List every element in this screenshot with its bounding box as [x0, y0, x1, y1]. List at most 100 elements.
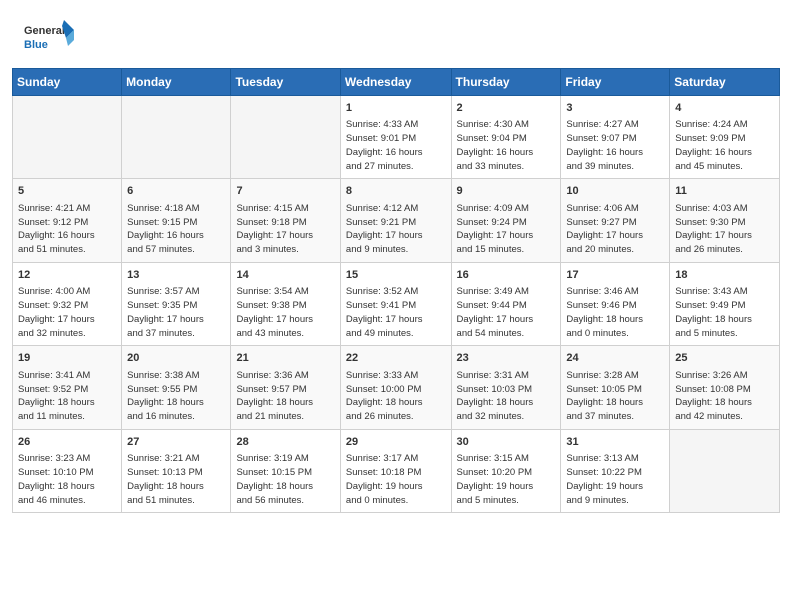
day-header-wednesday: Wednesday	[340, 69, 451, 96]
day-number: 11	[675, 184, 774, 199]
day-header-thursday: Thursday	[451, 69, 561, 96]
day-number: 23	[457, 351, 556, 366]
day-info: Sunrise: 3:49 AM Sunset: 9:44 PM Dayligh…	[457, 285, 556, 340]
day-info: Sunrise: 4:03 AM Sunset: 9:30 PM Dayligh…	[675, 202, 774, 257]
day-number: 3	[566, 101, 664, 116]
calendar-cell: 15Sunrise: 3:52 AM Sunset: 9:41 PM Dayli…	[340, 262, 451, 345]
calendar-cell: 5Sunrise: 4:21 AM Sunset: 9:12 PM Daylig…	[13, 179, 122, 262]
day-info: Sunrise: 4:09 AM Sunset: 9:24 PM Dayligh…	[457, 202, 556, 257]
day-info: Sunrise: 3:15 AM Sunset: 10:20 PM Daylig…	[457, 452, 556, 507]
day-number: 4	[675, 101, 774, 116]
day-info: Sunrise: 4:00 AM Sunset: 9:32 PM Dayligh…	[18, 285, 116, 340]
day-number: 25	[675, 351, 774, 366]
calendar-cell	[122, 96, 231, 179]
logo: General Blue	[24, 18, 74, 58]
page-header: General Blue	[0, 0, 792, 68]
day-header-sunday: Sunday	[13, 69, 122, 96]
day-info: Sunrise: 3:28 AM Sunset: 10:05 PM Daylig…	[566, 369, 664, 424]
day-info: Sunrise: 3:41 AM Sunset: 9:52 PM Dayligh…	[18, 369, 116, 424]
calendar-wrapper: SundayMondayTuesdayWednesdayThursdayFrid…	[0, 68, 792, 525]
calendar-cell: 13Sunrise: 3:57 AM Sunset: 9:35 PM Dayli…	[122, 262, 231, 345]
day-number: 26	[18, 435, 116, 450]
svg-text:Blue: Blue	[24, 39, 48, 51]
calendar-cell: 9Sunrise: 4:09 AM Sunset: 9:24 PM Daylig…	[451, 179, 561, 262]
calendar-cell: 30 Sunrise: 3:15 AM Sunset: 10:20 PM Dayl…	[451, 429, 561, 512]
calendar-cell: 12 Sunrise: 4:00 AM Sunset: 9:32 PM Dayli…	[13, 262, 122, 345]
calendar-cell: 29 Sunrise: 3:17 AM Sunset: 10:18 PM Dayl…	[340, 429, 451, 512]
day-info: Sunrise: 4:21 AM Sunset: 9:12 PM Dayligh…	[18, 202, 116, 257]
day-number: 28	[236, 435, 334, 450]
calendar-cell: 21 Sunrise: 3:36 AM Sunset: 9:57 PM Dayli…	[231, 346, 340, 429]
day-info: Sunrise: 3:46 AM Sunset: 9:46 PM Dayligh…	[566, 285, 664, 340]
day-info: Sunrise: 3:26 AM Sunset: 10:08 PM Daylig…	[675, 369, 774, 424]
day-number: 21	[236, 351, 334, 366]
calendar-cell: 7 Sunrise: 4:15 AM Sunset: 9:18 PM Daylig…	[231, 179, 340, 262]
calendar-cell: 10 Sunrise: 4:06 AM Sunset: 9:27 PM Dayli…	[561, 179, 670, 262]
day-number: 16	[457, 268, 556, 283]
day-number: 1	[346, 101, 446, 116]
day-number: 12	[18, 268, 116, 283]
calendar-cell: 26 Sunrise: 3:23 AM Sunset: 10:10 PM Dayl…	[13, 429, 122, 512]
calendar-cell: 6Sunrise: 4:18 AM Sunset: 9:15 PM Daylig…	[122, 179, 231, 262]
day-header-friday: Friday	[561, 69, 670, 96]
calendar-cell: 2 Sunrise: 4:30 AM Sunset: 9:04 PM Daylig…	[451, 96, 561, 179]
calendar-cell: 27 Sunrise: 3:21 AM Sunset: 10:13 PM Dayl…	[122, 429, 231, 512]
day-info: Sunrise: 4:06 AM Sunset: 9:27 PM Dayligh…	[566, 202, 664, 257]
day-header-saturday: Saturday	[670, 69, 780, 96]
calendar-cell: 31Sunrise: 3:13 AM Sunset: 10:22 PM Dayl…	[561, 429, 670, 512]
day-number: 24	[566, 351, 664, 366]
day-header-monday: Monday	[122, 69, 231, 96]
day-number: 10	[566, 184, 664, 199]
svg-text:General: General	[24, 25, 65, 37]
day-number: 27	[127, 435, 225, 450]
week-row-3: 12 Sunrise: 4:00 AM Sunset: 9:32 PM Dayli…	[13, 262, 780, 345]
day-info: Sunrise: 3:19 AM Sunset: 10:15 PM Daylig…	[236, 452, 334, 507]
calendar-cell: 20 Sunrise: 3:38 AM Sunset: 9:55 PM Dayli…	[122, 346, 231, 429]
day-info: Sunrise: 3:43 AM Sunset: 9:49 PM Dayligh…	[675, 285, 774, 340]
day-info: Sunrise: 3:38 AM Sunset: 9:55 PM Dayligh…	[127, 369, 225, 424]
day-info: Sunrise: 3:21 AM Sunset: 10:13 PM Daylig…	[127, 452, 225, 507]
day-info: Sunrise: 4:24 AM Sunset: 9:09 PM Dayligh…	[675, 118, 774, 173]
day-number: 29	[346, 435, 446, 450]
day-info: Sunrise: 3:36 AM Sunset: 9:57 PM Dayligh…	[236, 369, 334, 424]
day-number: 30	[457, 435, 556, 450]
calendar-cell: 18Sunrise: 3:43 AM Sunset: 9:49 PM Dayli…	[670, 262, 780, 345]
week-row-4: 19 Sunrise: 3:41 AM Sunset: 9:52 PM Dayli…	[13, 346, 780, 429]
day-number: 20	[127, 351, 225, 366]
logo-svg: General Blue	[24, 18, 74, 58]
calendar-cell: 25 Sunrise: 3:26 AM Sunset: 10:08 PM Dayl…	[670, 346, 780, 429]
calendar-cell: 14 Sunrise: 3:54 AM Sunset: 9:38 PM Dayli…	[231, 262, 340, 345]
day-info: Sunrise: 4:27 AM Sunset: 9:07 PM Dayligh…	[566, 118, 664, 173]
day-number: 2	[457, 101, 556, 116]
calendar-cell: 17 Sunrise: 3:46 AM Sunset: 9:46 PM Dayli…	[561, 262, 670, 345]
day-info: Sunrise: 3:17 AM Sunset: 10:18 PM Daylig…	[346, 452, 446, 507]
calendar-cell: 28 Sunrise: 3:19 AM Sunset: 10:15 PM Dayl…	[231, 429, 340, 512]
day-info: Sunrise: 4:30 AM Sunset: 9:04 PM Dayligh…	[457, 118, 556, 173]
day-info: Sunrise: 4:15 AM Sunset: 9:18 PM Dayligh…	[236, 202, 334, 257]
week-row-2: 5Sunrise: 4:21 AM Sunset: 9:12 PM Daylig…	[13, 179, 780, 262]
calendar-cell: 16 Sunrise: 3:49 AM Sunset: 9:44 PM Dayli…	[451, 262, 561, 345]
week-row-1: 1 Sunrise: 4:33 AM Sunset: 9:01 PM Daylig…	[13, 96, 780, 179]
day-number: 17	[566, 268, 664, 283]
calendar-cell: 1 Sunrise: 4:33 AM Sunset: 9:01 PM Daylig…	[340, 96, 451, 179]
day-number: 6	[127, 184, 225, 199]
day-info: Sunrise: 3:54 AM Sunset: 9:38 PM Dayligh…	[236, 285, 334, 340]
day-number: 14	[236, 268, 334, 283]
day-info: Sunrise: 4:33 AM Sunset: 9:01 PM Dayligh…	[346, 118, 446, 173]
day-number: 7	[236, 184, 334, 199]
day-info: Sunrise: 3:33 AM Sunset: 10:00 PM Daylig…	[346, 369, 446, 424]
calendar-cell: 8Sunrise: 4:12 AM Sunset: 9:21 PM Daylig…	[340, 179, 451, 262]
day-number: 13	[127, 268, 225, 283]
calendar-cell: 3 Sunrise: 4:27 AM Sunset: 9:07 PM Daylig…	[561, 96, 670, 179]
day-number: 15	[346, 268, 446, 283]
day-info: Sunrise: 3:23 AM Sunset: 10:10 PM Daylig…	[18, 452, 116, 507]
calendar-cell: 23 Sunrise: 3:31 AM Sunset: 10:03 PM Dayl…	[451, 346, 561, 429]
day-headers-row: SundayMondayTuesdayWednesdayThursdayFrid…	[13, 69, 780, 96]
week-row-5: 26 Sunrise: 3:23 AM Sunset: 10:10 PM Dayl…	[13, 429, 780, 512]
calendar-cell: 22Sunrise: 3:33 AM Sunset: 10:00 PM Dayl…	[340, 346, 451, 429]
calendar-cell	[670, 429, 780, 512]
calendar-cell: 19 Sunrise: 3:41 AM Sunset: 9:52 PM Dayli…	[13, 346, 122, 429]
day-number: 19	[18, 351, 116, 366]
day-info: Sunrise: 3:31 AM Sunset: 10:03 PM Daylig…	[457, 369, 556, 424]
calendar-cell: 24 Sunrise: 3:28 AM Sunset: 10:05 PM Dayl…	[561, 346, 670, 429]
